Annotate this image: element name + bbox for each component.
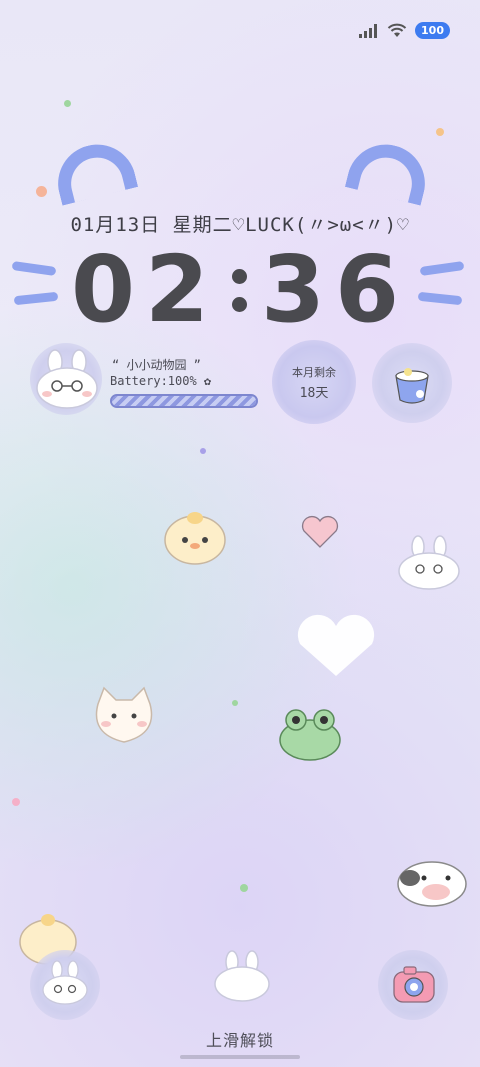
right-ear-decoration [344, 136, 434, 206]
zoo-widget-battery-bar [110, 394, 258, 408]
zoo-widget-title: “ 小小动物园 ” [112, 358, 201, 372]
clock-minutes: 36 [261, 236, 410, 343]
cup-widget-icon[interactable] [390, 358, 434, 406]
decor-dot [64, 100, 71, 107]
chick-sticker-icon [164, 512, 226, 565]
heart-sticker-icon [301, 515, 339, 548]
frog-sticker-icon [279, 709, 341, 761]
decor-dot [232, 700, 238, 706]
cellular-signal-icon [359, 23, 378, 38]
decor-dot [12, 798, 20, 806]
clock-hours: 02 [70, 236, 219, 343]
bunny-sticker-right-icon [398, 535, 460, 590]
date-line: 01月13日 星期二♡LUCK(〃>ω<〃)♡ [70, 214, 410, 236]
home-indicator[interactable] [180, 1055, 300, 1059]
decor-dot [200, 448, 206, 454]
month-remaining-label: 本月剩余 [292, 366, 336, 379]
zoo-widget-battery-fill [112, 396, 256, 406]
bunny-sticker-bottom-icon [214, 950, 270, 1002]
bunny-shortcut-icon[interactable] [40, 960, 90, 1006]
bunny-avatar-icon[interactable] [33, 348, 101, 410]
clock-colon [225, 255, 255, 325]
cat-sticker-icon [95, 686, 153, 743]
cow-sticker-icon [397, 861, 467, 907]
cloud-heart-icon [297, 614, 375, 676]
clock: 02 36 [0, 244, 480, 336]
camera-shortcut-icon[interactable] [390, 962, 438, 1006]
zoo-widget-battery-label: Battery:100% ✿ [110, 374, 212, 388]
wifi-icon [387, 23, 407, 37]
battery-badge: 100 [415, 22, 450, 39]
decor-dot [36, 186, 47, 197]
swipe-to-unlock-hint: 上滑解锁 [205, 1031, 274, 1050]
decor-dot [436, 128, 444, 136]
month-remaining-value: 18天 [299, 386, 329, 401]
decor-dot [240, 884, 248, 892]
status-bar: 100 [359, 22, 450, 39]
left-ear-decoration [49, 136, 139, 206]
month-remaining-widget[interactable]: 本月剩余 18天 [272, 340, 356, 424]
